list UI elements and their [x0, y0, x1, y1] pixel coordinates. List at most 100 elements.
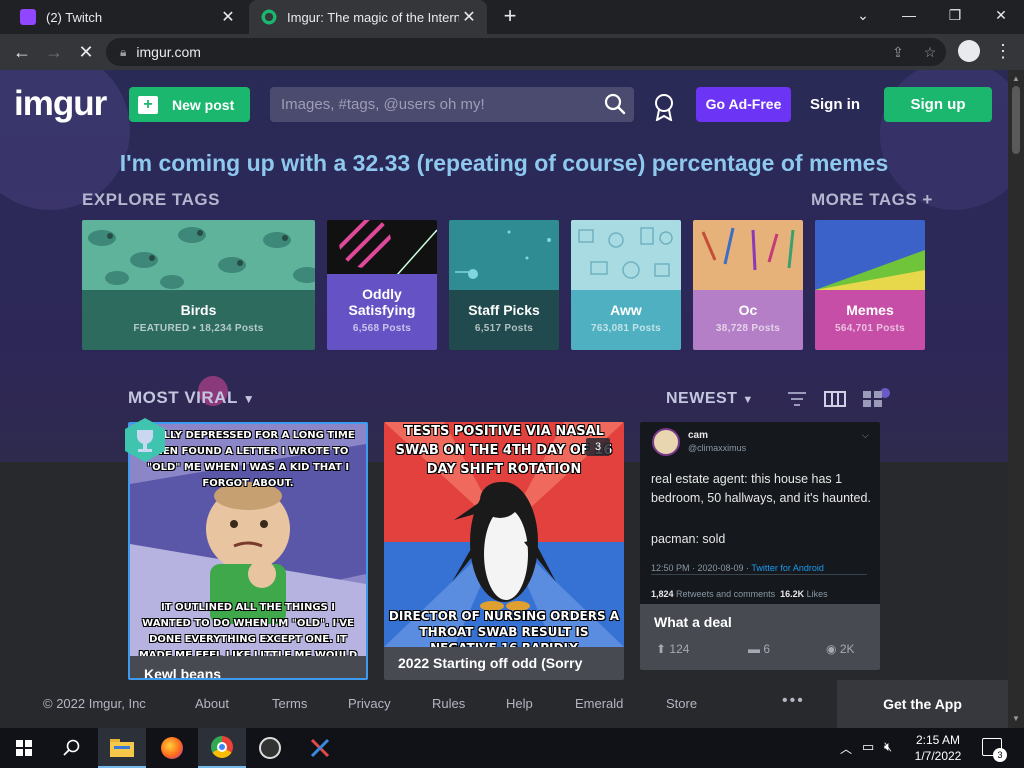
footer-link-about[interactable]: About [195, 696, 229, 711]
footer-link-store[interactable]: Store [666, 696, 697, 711]
tag-post-count: FEATURED • 18,234 Posts [133, 323, 264, 334]
close-tab-icon[interactable]: ✕ [218, 7, 238, 27]
notification-count: 3 [993, 748, 1007, 762]
upvote-count: 124 [669, 642, 690, 656]
chevron-down-icon: ⌵ [862, 430, 869, 440]
upvote-icon: ⬆ [656, 642, 667, 656]
restore-icon[interactable]: ❐ [932, 0, 978, 30]
tag-image [82, 220, 315, 290]
like-label: Likes [806, 589, 828, 599]
order-label: NEWEST [666, 390, 738, 407]
more-icon[interactable]: ••• [782, 692, 805, 710]
address-bar[interactable]: 🔒︎ imgur.com ⇪ ☆ [106, 38, 946, 66]
comment-icon: ▬ [748, 642, 760, 656]
chrome-button[interactable] [198, 728, 246, 768]
sort-dropdown[interactable]: MOST VIRAL ▼ [128, 388, 255, 408]
volume-muted-icon[interactable]: 🔇︎ [884, 739, 892, 755]
footer-link-emerald[interactable]: Emerald [575, 696, 623, 711]
get-app-button[interactable]: Get the App [837, 680, 1008, 728]
tweet-image: cam @climaxximus ⌵ real estate agent: th… [640, 422, 880, 604]
game-button[interactable] [296, 728, 344, 768]
new-post-button[interactable]: + New post [129, 87, 250, 122]
tag-name: Oc [738, 302, 758, 318]
meme-bottom-text: DIRECTOR OF NURSING ORDERS A THROAT SWAB… [388, 609, 620, 647]
tag-label-box: Oc 38,728 Posts [693, 290, 803, 350]
page-headline[interactable]: I'm coming up with a 32.33 (repeating of… [0, 150, 1008, 177]
browser-menu-icon[interactable]: ⋮ [994, 40, 1012, 64]
scrollbar-thumb[interactable] [1012, 86, 1020, 154]
medal-icon[interactable] [653, 93, 675, 121]
retweet-count: 1,824 [651, 589, 674, 599]
file-explorer-button[interactable] [98, 728, 146, 768]
post-card[interactable]: cam @climaxximus ⌵ real estate agent: th… [640, 422, 880, 670]
tag-post-count: 6,568 Posts [352, 323, 412, 334]
stop-icon[interactable]: ✕ [74, 40, 98, 64]
tag-tile-oddly-satisfying[interactable]: Oddly Satisfying 6,568 Posts [327, 220, 437, 350]
tab-imgur[interactable]: Imgur: The magic of the Internet ✕ [249, 0, 487, 34]
tweet-stats: 1,824 Retweets and comments 16.2K Likes [651, 589, 828, 599]
comment-stat[interactable]: ▬ 6 [748, 642, 770, 656]
network-icon[interactable]: ▭ [862, 739, 874, 755]
footer-link-privacy[interactable]: Privacy [348, 696, 391, 711]
tweet-meta: 12:50 PM · 2020-08-09 · Twitter for Andr… [651, 563, 824, 573]
tag-tile-staff-picks[interactable]: Staff Picks 6,517 Posts [449, 220, 559, 350]
tag-tile-aww[interactable]: Aww 763,081 Posts [571, 220, 681, 350]
share-icon[interactable]: ⇪ [888, 42, 908, 62]
taskbar-clock[interactable]: 2:15 AM 1/7/2022 [906, 732, 970, 764]
tag-image [693, 220, 803, 290]
post-title: 2022 Starting off odd (Sorry [398, 655, 583, 671]
browser-tab-strip: (2) Twitch ✕ Imgur: The magic of the Int… [0, 0, 1024, 34]
forward-icon[interactable]: → [42, 40, 66, 64]
back-icon[interactable]: ← [10, 40, 34, 64]
upvote-stat[interactable]: ⬆ 124 [656, 642, 689, 656]
minimize-icon[interactable]: — [886, 0, 932, 30]
sign-in-link[interactable]: Sign in [810, 96, 860, 113]
time: 2:15 AM [915, 733, 961, 747]
image-count-badge: 3 [586, 438, 610, 456]
bookmark-star-icon[interactable]: ☆ [920, 42, 940, 62]
tab-search-icon[interactable]: ⌄ [840, 0, 886, 30]
tweet-name: cam [688, 430, 709, 441]
more-tags-link[interactable]: MORE TAGS + [811, 190, 933, 210]
tag-image [571, 220, 681, 290]
chevron-up-icon[interactable]: ︿ [840, 740, 852, 757]
list-view-icon[interactable] [786, 390, 808, 408]
close-window-icon[interactable]: ✕ [978, 0, 1024, 30]
page-scrollbar[interactable]: ▲ ▼ [1008, 70, 1024, 728]
go-ad-free-button[interactable]: Go Ad-Free [696, 87, 791, 122]
new-tab-icon[interactable]: + [498, 5, 522, 29]
scroll-up-icon[interactable]: ▲ [1012, 74, 1020, 83]
search-button[interactable] [48, 728, 96, 768]
grid-view-icon[interactable] [862, 390, 884, 408]
views-stat: ◉ 2K [826, 642, 855, 656]
tweet-text-2: pacman: sold [651, 532, 726, 546]
footer-link-rules[interactable]: Rules [432, 696, 465, 711]
tweet-handle: @climaxximus [688, 443, 747, 453]
tag-tile-oc[interactable]: Oc 38,728 Posts [693, 220, 803, 350]
close-tab-icon[interactable]: ✕ [459, 7, 479, 27]
site-footer: © 2022 Imgur, Inc About Terms Privacy Ru… [0, 680, 1008, 728]
search-icon[interactable] [604, 93, 626, 115]
obs-button[interactable] [246, 728, 294, 768]
profile-icon[interactable] [958, 40, 980, 62]
tag-label-box: Aww 763,081 Posts [571, 290, 681, 350]
scroll-down-icon[interactable]: ▼ [1012, 714, 1020, 723]
footer-link-terms[interactable]: Terms [272, 696, 307, 711]
post-title: Kewl beans [144, 666, 222, 680]
firefox-button[interactable] [148, 728, 196, 768]
start-button[interactable] [0, 728, 48, 768]
imgur-logo[interactable]: imgur [14, 84, 107, 124]
tab-twitch[interactable]: (2) Twitch ✕ [8, 0, 246, 34]
uniform-view-icon[interactable] [824, 390, 846, 408]
tag-tile-birds[interactable]: Birds FEATURED • 18,234 Posts [82, 220, 315, 350]
tag-label-box: Birds FEATURED • 18,234 Posts [82, 290, 315, 350]
footer-link-help[interactable]: Help [506, 696, 533, 711]
post-card[interactable]: TESTS POSITIVE VIA NASAL SWAB ON THE 4TH… [384, 422, 624, 680]
meme-bottom-text: IT OUTLINED ALL THE THINGS I WANTED TO D… [138, 602, 358, 656]
sign-up-button[interactable]: Sign up [884, 87, 992, 122]
crossed-swords-icon [310, 738, 330, 758]
search-input[interactable]: Images, #tags, @users oh my! [270, 87, 634, 122]
order-dropdown[interactable]: NEWEST ▼ [666, 390, 754, 408]
tag-tile-memes[interactable]: Memes 564,701 Posts [815, 220, 925, 350]
tag-image [815, 220, 925, 290]
